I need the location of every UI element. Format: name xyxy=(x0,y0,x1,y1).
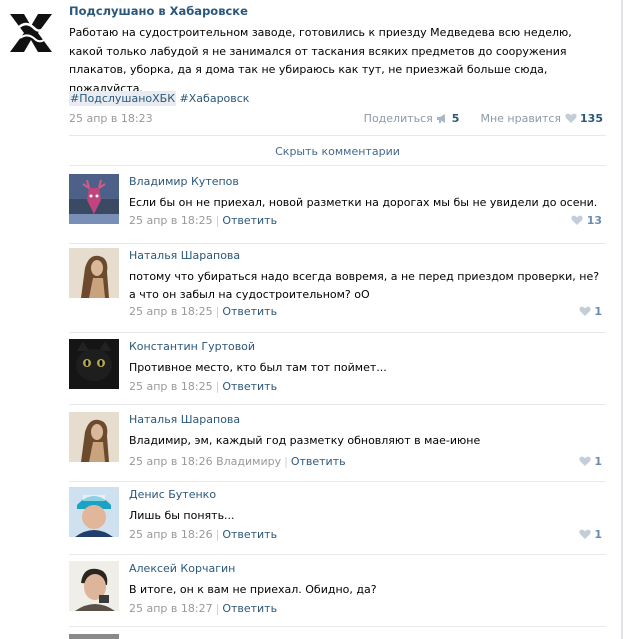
comment-date[interactable]: 25 апр в 18:25 xyxy=(129,214,213,227)
comment-text-line: а что он забыл на судостроительном? оО xyxy=(129,288,370,301)
heart-icon xyxy=(564,112,577,125)
divider xyxy=(69,332,606,333)
deer-avatar-icon[interactable] xyxy=(69,174,119,224)
divider xyxy=(69,135,606,136)
community-logo-icon[interactable] xyxy=(6,6,56,56)
like-label: Мне нравится xyxy=(480,112,562,125)
comment-date[interactable]: 25 апр в 18:27 xyxy=(129,602,213,615)
post-author-link[interactable]: Подслушано в Хабаровске xyxy=(69,4,248,18)
comment-like-button[interactable]: 13 xyxy=(571,214,602,227)
reply-button[interactable]: Ответить xyxy=(291,455,346,468)
hide-comments-link[interactable]: Скрыть комментарии xyxy=(69,145,606,158)
woman-avatar-icon[interactable] xyxy=(69,412,119,462)
comment-date[interactable]: 25 апр в 18:26 xyxy=(129,528,213,541)
comment-text: В итоге, он к вам не приехал. Обидно, да… xyxy=(129,581,377,599)
comment: Алексей Корчагин В итоге, он к вам не пр… xyxy=(69,561,606,627)
comment-date[interactable]: 25 апр в 18:25 xyxy=(129,380,213,393)
meta-separator: | xyxy=(215,214,220,227)
comment: Наталья Шарапова Владимир, эм, каждый го… xyxy=(69,412,606,482)
hashtags: #ПодслушаноХБК #Хабаровск xyxy=(69,91,250,106)
post-text: Работаю на судостроительном заводе, гото… xyxy=(69,26,572,95)
comment-text: Владимир, эм, каждый год разметку обновл… xyxy=(129,432,480,450)
meta-separator: | xyxy=(215,305,220,318)
comment-meta: 25 апр в 18:25 | Ответить xyxy=(129,380,277,393)
comment-meta: 25 апр в 18:25 | Ответить xyxy=(129,214,277,227)
comment-like-count: 1 xyxy=(594,455,602,468)
post-page: Подслушано в Хабаровске Работаю на судос… xyxy=(0,0,625,639)
comment-author-link[interactable]: Владимир Кутепов xyxy=(129,175,239,188)
post-actions: Поделиться 5 Мне нравится 135 xyxy=(364,112,603,125)
comment-like-button[interactable]: 1 xyxy=(578,455,602,468)
post-date[interactable]: 25 апр в 18:23 xyxy=(69,112,153,125)
comment-author-link[interactable]: Денис Бутенко xyxy=(129,488,216,501)
comment-text-line: Если бы он не приехал, новой разметки на… xyxy=(129,196,598,209)
like-count: 135 xyxy=(580,112,603,125)
comment-text: Противное место, кто был там тот поймет.… xyxy=(129,359,387,377)
meta-separator: | xyxy=(215,602,220,615)
hashtag-link[interactable]: #Хабаровск xyxy=(180,92,250,105)
man-avatar-icon[interactable] xyxy=(69,561,119,611)
reply-button[interactable]: Ответить xyxy=(222,528,277,541)
comment-date[interactable]: 25 апр в 18:25 xyxy=(129,305,213,318)
comment-text-line: потому что убираться надо всегда вовремя… xyxy=(129,270,600,283)
hashtag-link[interactable]: #ПодслушаноХБК xyxy=(69,91,177,106)
comment-text-line: Лишь бы понять... xyxy=(129,509,235,522)
comment: Денис Бутенко Лишь бы понять... 25 апр в… xyxy=(69,487,606,555)
heart-icon xyxy=(578,455,591,468)
comment-text-line: В итоге, он к вам не приехал. Обидно, да… xyxy=(129,583,377,596)
reply-button[interactable]: Ответить xyxy=(222,214,277,227)
comment-like-count: 1 xyxy=(594,305,602,318)
share-button[interactable]: Поделиться 5 xyxy=(364,112,463,125)
black-cat-avatar-icon[interactable] xyxy=(69,339,119,389)
comment-author-link[interactable]: Наталья Шарапова xyxy=(129,413,240,426)
scroll-edge xyxy=(621,0,623,639)
meta-separator: | xyxy=(215,380,220,393)
meta-separator: | xyxy=(215,528,220,541)
reply-button[interactable]: Ответить xyxy=(222,602,277,615)
comment-author-link[interactable]: Наталья Шарапова xyxy=(129,249,240,262)
comment: Константин Гуртовой Противное место, кто… xyxy=(69,339,606,405)
meta-separator: | xyxy=(284,455,288,468)
comment-meta: 25 апр в 18:26 Владимиру | Ответить xyxy=(129,455,346,468)
comment: Наталья Шарапова потому что убираться на… xyxy=(69,248,606,333)
share-count: 5 xyxy=(451,112,460,125)
heart-icon xyxy=(578,528,591,541)
comment-meta: 25 апр в 18:25 | Ответить xyxy=(129,305,277,318)
megaphone-icon xyxy=(436,112,448,125)
comment-meta: 25 апр в 18:27 | Ответить xyxy=(129,602,277,615)
comment-meta: 25 апр в 18:26 | Ответить xyxy=(129,528,277,541)
reply-to-link[interactable]: Владимиру xyxy=(216,455,281,468)
comment-text-line: Владимир, эм, каждый год разметку обновл… xyxy=(129,434,481,447)
divider xyxy=(69,554,606,555)
share-label: Поделиться xyxy=(363,112,433,125)
comment-like-count: 1 xyxy=(594,528,602,541)
man-in-cap-avatar-icon[interactable] xyxy=(69,487,119,537)
comment-like-button[interactable]: 1 xyxy=(578,528,602,541)
comment-author-link[interactable]: Алексей Корчагин xyxy=(129,562,235,575)
comment-like-button[interactable]: 1 xyxy=(578,305,602,318)
comment-text: потому что убираться надо всегда вовремя… xyxy=(129,268,599,304)
divider xyxy=(69,165,606,166)
comment-text: Лишь бы понять... xyxy=(129,507,235,525)
divider xyxy=(69,626,606,627)
comment-like-count: 13 xyxy=(586,214,602,227)
woman-avatar-icon[interactable] xyxy=(69,248,119,298)
heart-icon xyxy=(578,305,591,318)
heart-icon xyxy=(571,214,583,227)
reply-button[interactable]: Ответить xyxy=(222,305,277,318)
next-comment-avatar xyxy=(69,634,119,639)
divider xyxy=(69,243,606,244)
divider xyxy=(69,481,606,482)
comment-date[interactable]: 25 апр в 18:26 xyxy=(129,455,213,468)
divider xyxy=(69,404,606,405)
like-button[interactable]: Мне нравится 135 xyxy=(480,112,603,125)
comment-text-line: Противное место, кто был там тот поймет.… xyxy=(129,361,387,374)
comment-text: Если бы он не приехал, новой разметки на… xyxy=(129,194,597,212)
comment: Владимир Кутепов Если бы он не приехал, … xyxy=(69,174,606,244)
reply-button[interactable]: Ответить xyxy=(222,380,277,393)
comment-author-link[interactable]: Константин Гуртовой xyxy=(129,340,255,353)
